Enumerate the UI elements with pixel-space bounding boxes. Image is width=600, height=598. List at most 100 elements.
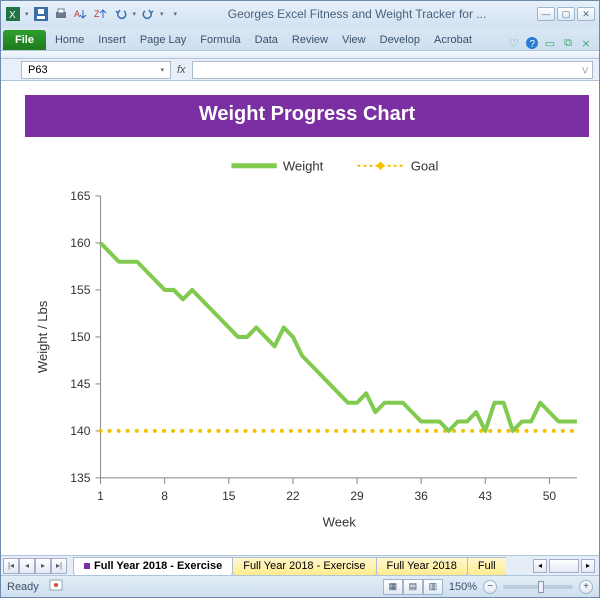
redo-dropdown-icon[interactable]: ▾ xyxy=(160,10,164,18)
ribbon-tab-data[interactable]: Data xyxy=(248,30,285,50)
ribbon-tab-insert[interactable]: Insert xyxy=(91,30,133,50)
sheet-tab-label: Full Year 2018 - Exercise xyxy=(243,560,365,572)
name-box[interactable]: P63 ▾ xyxy=(21,61,171,79)
sheet-tab[interactable]: Full Year 2018 xyxy=(376,557,468,575)
x-axis-label: Week xyxy=(323,514,357,529)
maximize-button[interactable]: ▢ xyxy=(557,7,575,21)
sheet-nav-first[interactable]: |◂ xyxy=(3,558,19,574)
sheet-nav-last[interactable]: ▸| xyxy=(51,558,67,574)
svg-text:29: 29 xyxy=(350,489,364,503)
sheet-tab[interactable]: Full Year 2018 - Exercise xyxy=(232,557,376,575)
svg-text:150: 150 xyxy=(70,330,90,344)
x-axis: 1 8 15 22 29 36 43 50 Week xyxy=(97,478,577,529)
formula-bar-expand-icon[interactable]: ⋁ xyxy=(582,66,588,74)
svg-text:15: 15 xyxy=(222,489,236,503)
svg-text:155: 155 xyxy=(70,283,90,297)
close-button[interactable]: ✕ xyxy=(577,7,595,21)
sheet-tab[interactable]: Full Year 2018 - Exercise xyxy=(73,557,233,575)
excel-window: X ▾ A Z ▾ ▾ ▾ Georges Ex xyxy=(0,0,600,598)
print-icon[interactable] xyxy=(53,6,69,22)
view-normal[interactable]: ▦ xyxy=(383,579,403,595)
qat-dropdown-icon[interactable]: ▾ xyxy=(25,10,29,18)
svg-text:43: 43 xyxy=(479,489,493,503)
zoom-slider-thumb[interactable] xyxy=(538,581,544,593)
save-icon[interactable] xyxy=(33,6,49,22)
zoom-in-button[interactable]: + xyxy=(579,580,593,594)
series-weight xyxy=(101,243,577,431)
sheet-tabs: Full Year 2018 - Exercise Full Year 2018… xyxy=(73,556,506,575)
ribbon-tabs: File Home Insert Page Lay Formula Data R… xyxy=(1,27,599,51)
status-bar: Ready ▦ ▤ ▥ 150% − + xyxy=(1,575,599,597)
ribbon-tab-view[interactable]: View xyxy=(335,30,373,50)
view-buttons: ▦ ▤ ▥ xyxy=(383,579,443,595)
redo-icon[interactable] xyxy=(140,6,156,22)
sheet-tab[interactable]: Full xyxy=(467,557,506,575)
svg-text:36: 36 xyxy=(414,489,428,503)
status-ready: Ready xyxy=(7,581,39,593)
worksheet-area[interactable]: Weight Progress Chart Weight Goal 135 140… xyxy=(1,81,599,555)
view-page-break[interactable]: ▥ xyxy=(423,579,443,595)
svg-text:1: 1 xyxy=(97,489,104,503)
ribbon-tab-home[interactable]: Home xyxy=(48,30,91,50)
svg-text:140: 140 xyxy=(70,424,90,438)
sheet-tab-label: Full Year 2018 - Exercise xyxy=(94,560,222,572)
hscroll-right[interactable]: ▸ xyxy=(581,559,595,573)
svg-text:160: 160 xyxy=(70,236,90,250)
chart-legend: Weight Goal xyxy=(231,159,438,174)
name-box-dropdown-icon[interactable]: ▾ xyxy=(160,66,164,74)
sort-desc-icon[interactable]: Z xyxy=(93,6,109,22)
help-icon[interactable]: ? xyxy=(525,36,539,50)
file-tab[interactable]: File xyxy=(3,30,46,50)
view-page-layout[interactable]: ▤ xyxy=(403,579,423,595)
ribbon-minimize-icon[interactable]: ▭ xyxy=(543,36,557,50)
undo-dropdown-icon[interactable]: ▾ xyxy=(133,10,137,18)
zoom-value[interactable]: 150% xyxy=(449,581,477,593)
svg-text:X: X xyxy=(9,10,16,21)
sheet-tab-label: Full Year 2018 xyxy=(387,560,457,572)
hscroll-thumb[interactable] xyxy=(549,559,579,573)
svg-text:?: ? xyxy=(530,39,536,50)
name-box-value: P63 xyxy=(28,64,48,76)
svg-text:A: A xyxy=(74,9,80,19)
chart-plot-area: Weight Goal 135140145150155160165 Weight… xyxy=(25,145,589,549)
quick-access-toolbar: X ▾ A Z ▾ ▾ ▾ xyxy=(5,6,177,22)
excel-icon: X xyxy=(5,6,21,22)
ribbon-tab-formulas[interactable]: Formula xyxy=(193,30,247,50)
sort-asc-icon[interactable]: A xyxy=(73,6,89,22)
series-goal xyxy=(99,429,574,433)
svg-text:8: 8 xyxy=(161,489,168,503)
undo-icon[interactable] xyxy=(113,6,129,22)
ribbon-restore-icon[interactable]: ⧉ xyxy=(561,36,575,50)
ribbon-tab-developer[interactable]: Develop xyxy=(373,30,427,50)
zoom-out-button[interactable]: − xyxy=(483,580,497,594)
chart-object[interactable]: Weight Progress Chart Weight Goal 135 140… xyxy=(25,95,589,549)
chart-svg: Weight Goal 135140145150155160165 Weight… xyxy=(25,145,589,549)
sheet-nav-buttons: |◂ ◂ ▸ ▸| xyxy=(1,558,69,574)
sheet-nav-prev[interactable]: ◂ xyxy=(19,558,35,574)
legend-weight: Weight xyxy=(283,159,324,174)
ribbon-close-icon[interactable]: ⨯ xyxy=(579,36,593,50)
chart-title: Weight Progress Chart xyxy=(25,95,589,137)
hscroll-left[interactable]: ◂ xyxy=(533,559,547,573)
ribbon-tab-page-layout[interactable]: Page Lay xyxy=(133,30,193,50)
minimize-button[interactable]: — xyxy=(537,7,555,21)
sheet-nav-next[interactable]: ▸ xyxy=(35,558,51,574)
formula-bar[interactable]: ⋁ xyxy=(192,61,593,79)
ribbon-tab-review[interactable]: Review xyxy=(285,30,335,50)
window-controls: — ▢ ✕ xyxy=(537,7,595,21)
ribbon-body-collapsed xyxy=(1,51,599,59)
horizontal-scrollbar[interactable]: ◂ ▸ xyxy=(533,559,599,573)
svg-text:50: 50 xyxy=(543,489,557,503)
title-bar: X ▾ A Z ▾ ▾ ▾ Georges Ex xyxy=(1,1,599,27)
ribbon-tab-acrobat[interactable]: Acrobat xyxy=(427,30,479,50)
ribbon-heart-icon[interactable]: ♡ xyxy=(507,36,521,50)
svg-text:22: 22 xyxy=(286,489,300,503)
zoom-slider[interactable] xyxy=(503,585,573,589)
svg-text:Z: Z xyxy=(94,9,100,19)
svg-text:165: 165 xyxy=(70,189,90,203)
window-title: Georges Excel Fitness and Weight Tracker… xyxy=(177,7,537,21)
macro-record-icon[interactable] xyxy=(49,578,63,595)
svg-text:135: 135 xyxy=(70,471,90,485)
fx-label[interactable]: fx xyxy=(177,64,186,76)
sheet-tab-label: Full xyxy=(478,560,496,572)
